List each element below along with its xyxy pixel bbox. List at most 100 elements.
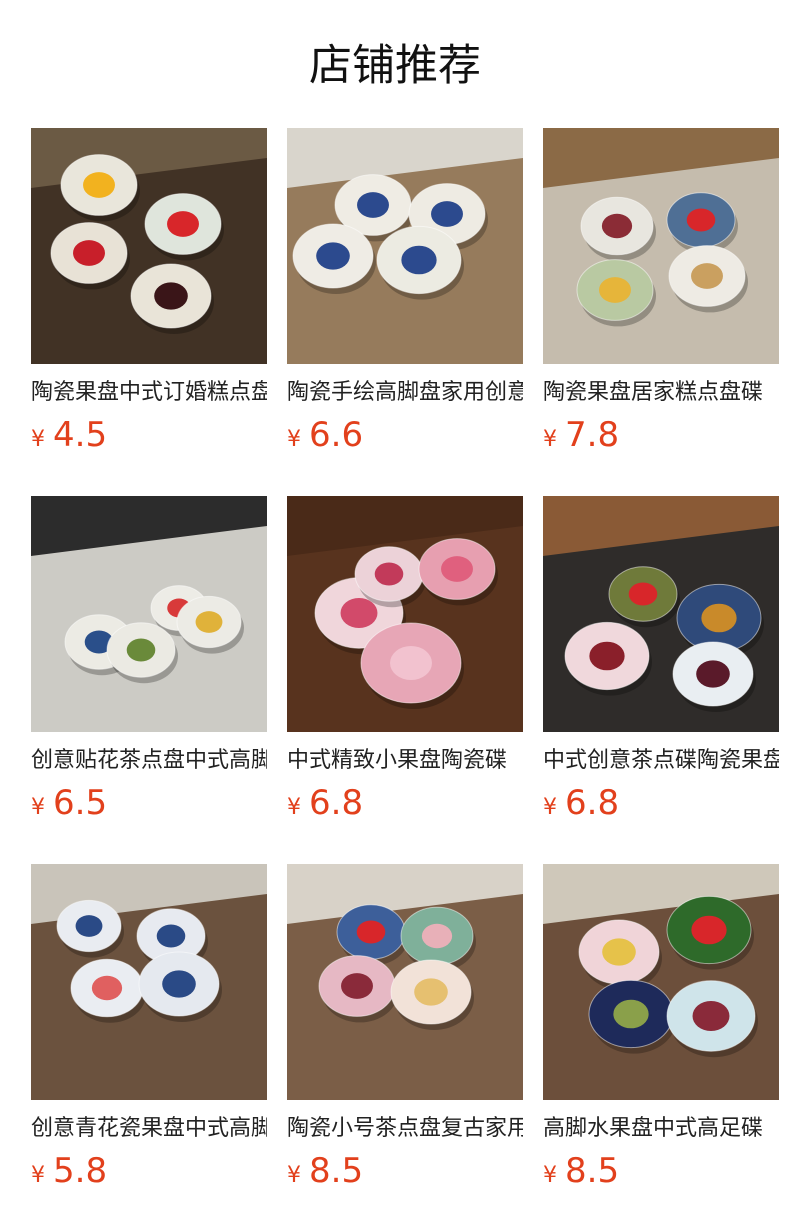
currency-symbol: ¥ xyxy=(543,795,557,820)
dish-contents xyxy=(195,611,223,633)
currency-symbol: ¥ xyxy=(31,427,45,452)
product-photo-drawing xyxy=(31,496,267,732)
product-card[interactable]: 创意贴花茶点盘中式高脚 ¥6.5 xyxy=(31,496,267,864)
product-price: ¥6.6 xyxy=(287,413,363,457)
currency-symbol: ¥ xyxy=(31,795,45,820)
price-value: 6.5 xyxy=(53,783,108,823)
product-image[interactable] xyxy=(543,496,779,732)
product-photo-drawing xyxy=(31,864,267,1100)
product-image[interactable] xyxy=(31,496,267,732)
table-runner xyxy=(543,158,779,364)
dish-contents xyxy=(601,213,633,239)
price-value: 7.8 xyxy=(565,415,620,455)
product-name[interactable]: 中式精致小果盘陶瓷碟 xyxy=(287,745,523,777)
price-value: 6.8 xyxy=(309,783,364,823)
dish-contents xyxy=(75,915,103,937)
product-grid: 陶瓷果盘中式订婚糕点盘 ¥4.5 陶瓷手绘高脚盘家用创意 ¥6.6 陶瓷果盘居家… xyxy=(31,128,779,1232)
product-photo-drawing xyxy=(287,864,523,1100)
dish-contents xyxy=(167,211,199,237)
dish-contents xyxy=(599,277,631,303)
product-card[interactable]: 陶瓷小号茶点盘复古家用 ¥8.5 xyxy=(287,864,523,1232)
dish-contents xyxy=(91,975,123,1001)
product-card[interactable]: 高脚水果盘中式高足碟 ¥8.5 xyxy=(543,864,779,1232)
dish-contents xyxy=(340,598,378,628)
price-value: 5.8 xyxy=(53,1151,108,1191)
currency-symbol: ¥ xyxy=(543,1163,557,1188)
dish-contents xyxy=(316,242,350,270)
dish-contents xyxy=(421,923,453,949)
page-title: 店铺推荐 xyxy=(309,41,481,91)
product-name[interactable]: 陶瓷手绘高脚盘家用创意 xyxy=(287,377,523,409)
dish-contents xyxy=(589,641,625,671)
price-value: 8.5 xyxy=(565,1151,620,1191)
product-card[interactable]: 创意青花瓷果盘中式高脚 ¥5.8 xyxy=(31,864,267,1232)
dish-contents xyxy=(701,603,737,633)
dish-contents xyxy=(441,556,473,582)
dish-contents xyxy=(83,172,115,198)
price-value: 8.5 xyxy=(309,1151,364,1191)
dish-contents xyxy=(692,1001,730,1031)
dish-contents xyxy=(691,263,723,289)
price-value: 6.8 xyxy=(565,783,620,823)
product-image[interactable] xyxy=(31,128,267,364)
product-price: ¥7.8 xyxy=(543,413,619,457)
dish-contents xyxy=(686,208,716,232)
product-image[interactable] xyxy=(31,864,267,1100)
product-name[interactable]: 陶瓷果盘中式订婚糕点盘 xyxy=(31,377,267,409)
product-price: ¥5.8 xyxy=(31,1149,107,1193)
product-photo-drawing xyxy=(287,496,523,732)
dish-contents xyxy=(154,282,188,310)
product-image[interactable] xyxy=(287,496,523,732)
product-card[interactable]: 陶瓷手绘高脚盘家用创意 ¥6.6 xyxy=(287,128,523,496)
product-price: ¥6.8 xyxy=(287,781,363,825)
dish-contents xyxy=(431,201,463,227)
dish-contents xyxy=(341,973,373,999)
dish-contents xyxy=(126,638,156,662)
product-photo-drawing xyxy=(543,128,779,364)
product-name[interactable]: 陶瓷小号茶点盘复古家用 xyxy=(287,1113,523,1145)
dish-contents xyxy=(696,660,730,688)
product-photo-drawing xyxy=(543,864,779,1100)
dish-contents xyxy=(162,970,196,998)
currency-symbol: ¥ xyxy=(31,1163,45,1188)
product-price: ¥6.8 xyxy=(543,781,619,825)
product-price: ¥8.5 xyxy=(287,1149,363,1193)
product-card[interactable]: 中式精致小果盘陶瓷碟 ¥6.8 xyxy=(287,496,523,864)
product-card[interactable]: 陶瓷果盘中式订婚糕点盘 ¥4.5 xyxy=(31,128,267,496)
dish-contents xyxy=(73,240,105,266)
price-value: 6.6 xyxy=(309,415,364,455)
product-photo-drawing xyxy=(543,496,779,732)
dish-contents xyxy=(401,245,437,275)
product-card[interactable]: 陶瓷果盘居家糕点盘碟 ¥7.8 xyxy=(543,128,779,496)
product-name[interactable]: 创意贴花茶点盘中式高脚 xyxy=(31,745,267,777)
dish-contents xyxy=(357,192,389,218)
product-price: ¥4.5 xyxy=(31,413,107,457)
currency-symbol: ¥ xyxy=(543,427,557,452)
dish-contents xyxy=(356,920,386,944)
dish-contents xyxy=(613,999,649,1029)
dish-contents xyxy=(691,915,727,945)
product-photo-drawing xyxy=(287,128,523,364)
product-image[interactable] xyxy=(543,128,779,364)
currency-symbol: ¥ xyxy=(287,1163,301,1188)
product-card[interactable]: 中式创意茶点碟陶瓷果盘 ¥6.8 xyxy=(543,496,779,864)
product-name[interactable]: 高脚水果盘中式高足碟 xyxy=(543,1113,779,1145)
product-name[interactable]: 陶瓷果盘居家糕点盘碟 xyxy=(543,377,779,409)
dish-contents xyxy=(390,646,432,680)
currency-symbol: ¥ xyxy=(287,427,301,452)
dish-contents xyxy=(628,582,658,606)
product-price: ¥8.5 xyxy=(543,1149,619,1193)
product-name[interactable]: 创意青花瓷果盘中式高脚 xyxy=(31,1113,267,1145)
price-value: 4.5 xyxy=(53,415,108,455)
product-price: ¥6.5 xyxy=(31,781,107,825)
dish-contents xyxy=(156,924,186,948)
product-name[interactable]: 中式创意茶点碟陶瓷果盘 xyxy=(543,745,779,777)
product-image[interactable] xyxy=(287,128,523,364)
dish-contents xyxy=(374,562,404,586)
dish-contents xyxy=(414,978,448,1006)
product-image[interactable] xyxy=(287,864,523,1100)
dish-contents xyxy=(602,938,636,966)
product-image[interactable] xyxy=(543,864,779,1100)
currency-symbol: ¥ xyxy=(287,795,301,820)
product-photo-drawing xyxy=(31,128,267,364)
